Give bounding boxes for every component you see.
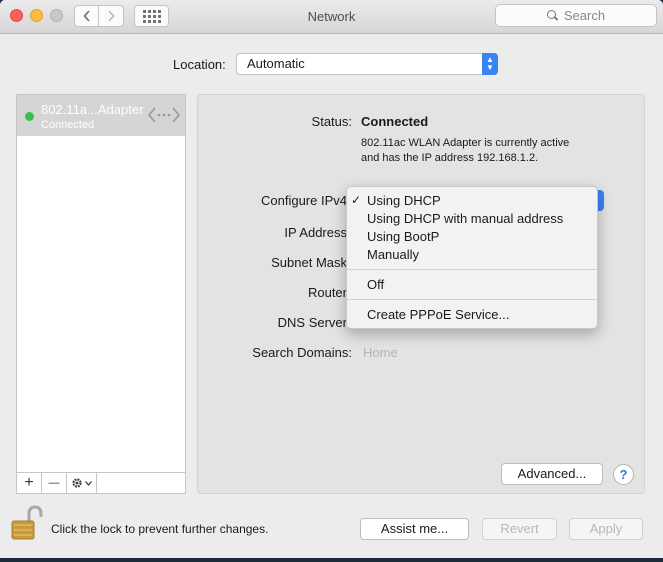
desktop-background [0, 558, 663, 562]
search-domains-field[interactable]: Home [363, 345, 398, 360]
location-value: Automatic [247, 56, 305, 71]
location-label: Location: [173, 57, 226, 72]
unlocked-padlock-icon[interactable] [9, 504, 44, 542]
search-placeholder: Search [563, 8, 606, 23]
gear-icon [72, 478, 82, 488]
assist-me-button[interactable]: Assist me... [360, 518, 469, 540]
menu-separator [347, 269, 597, 270]
menu-item-create-pppoe[interactable]: Create PPPoE Service... [367, 307, 509, 322]
remove-service-button[interactable]: — [42, 473, 67, 493]
service-list-toolbar: + — [17, 472, 185, 493]
search-icon [546, 10, 558, 21]
configure-ipv4-label: Configure IPv4 [261, 193, 347, 208]
network-window: Network Search Location: Automatic ▲ ▼ 80… [0, 0, 663, 558]
connected-status-dot [25, 112, 34, 121]
checkmark-icon: ✓ [351, 193, 362, 207]
action-menu-button[interactable] [67, 473, 97, 493]
service-item-wifi[interactable]: 802.11a...Adapter Connected [17, 95, 185, 136]
menu-item-dhcp-manual[interactable]: Using DHCP with manual address [367, 211, 563, 226]
minus-icon: — [48, 477, 60, 489]
status-value: Connected [361, 114, 429, 129]
search-input[interactable]: Search [495, 4, 657, 27]
menu-item-using-dhcp[interactable]: Using DHCP [367, 193, 441, 208]
service-name: 802.11a...Adapter [41, 102, 144, 117]
dns-server-label: DNS Server [277, 315, 347, 330]
help-button[interactable]: ? [613, 464, 634, 485]
subnet-mask-label: Subnet Mask [271, 255, 347, 270]
chevron-down-icon [85, 480, 92, 486]
plus-icon: + [24, 474, 34, 491]
up-down-arrows-icon: ▲ ▼ [482, 53, 498, 75]
configure-ipv4-menu: ✓ Using DHCP Using DHCP with manual addr… [346, 186, 598, 329]
search-domains-label: Search Domains: [252, 345, 352, 360]
add-service-button[interactable]: + [17, 473, 42, 493]
menu-item-off[interactable]: Off [367, 277, 384, 292]
location-popup[interactable]: Automatic ▲ ▼ [236, 53, 498, 75]
menu-item-manually[interactable]: Manually [367, 247, 419, 262]
advanced-button[interactable]: Advanced... [501, 463, 603, 485]
ip-address-label: IP Address [284, 225, 347, 240]
revert-button[interactable]: Revert [482, 518, 557, 540]
router-label: Router [307, 285, 347, 300]
service-status: Connected [41, 119, 95, 131]
status-description-line-2: and has the IP address 192.168.1.2. [361, 152, 539, 164]
service-list: 802.11a...Adapter Connected + — [16, 94, 186, 494]
status-label: Status: [311, 114, 352, 129]
status-description: 802.11ac WLAN Adapter is currently activ… [361, 136, 569, 166]
menu-item-bootp[interactable]: Using BootP [367, 229, 439, 244]
apply-button[interactable]: Apply [569, 518, 643, 540]
status-description-line-1: 802.11ac WLAN Adapter is currently activ… [361, 137, 570, 149]
lock-message: Click the lock to prevent further change… [51, 522, 269, 536]
titlebar: Network Search [0, 0, 663, 34]
menu-separator [347, 299, 597, 300]
